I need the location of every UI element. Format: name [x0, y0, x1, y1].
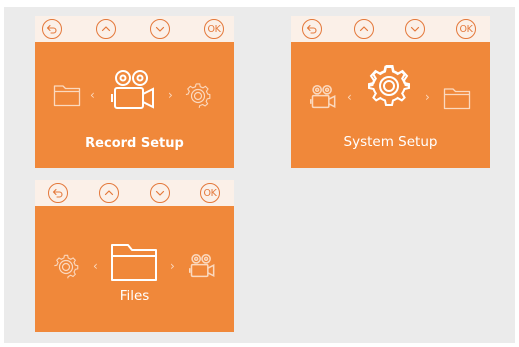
prev-chevron: ‹ [90, 88, 95, 102]
menu-label: Files [119, 288, 150, 304]
folder-icon[interactable] [110, 242, 158, 282]
camera-icon[interactable] [109, 68, 157, 116]
down-icon [410, 26, 420, 32]
gear-icon[interactable] [368, 64, 410, 106]
prev-chevron: ‹ [93, 259, 98, 273]
up-button[interactable] [96, 19, 116, 39]
back-icon [46, 24, 57, 34]
system-setup-screen: OK ‹ › System Setup [291, 16, 490, 168]
button-bar: OK [35, 16, 234, 42]
next-chevron: › [170, 259, 175, 273]
back-button[interactable] [42, 19, 62, 39]
down-icon [155, 26, 165, 32]
folder-icon[interactable] [53, 83, 81, 107]
next-chevron: › [425, 90, 430, 104]
down-icon [155, 190, 165, 196]
ok-button[interactable]: OK [204, 19, 224, 39]
gear-icon[interactable] [53, 254, 79, 280]
menu-label: System Setup [343, 134, 438, 150]
up-button[interactable] [99, 183, 119, 203]
menu-panel: ‹ › Record Setup [35, 42, 234, 168]
record-setup-screen: OK ‹ › Record Setup [35, 16, 234, 168]
up-icon [104, 190, 114, 196]
camera-icon[interactable] [308, 84, 338, 112]
button-bar: OK [291, 16, 490, 42]
button-bar: OK [35, 180, 234, 206]
back-icon [52, 188, 63, 198]
ok-button[interactable]: OK [456, 19, 476, 39]
back-button[interactable] [48, 183, 68, 203]
up-button[interactable] [354, 19, 374, 39]
folder-icon[interactable] [443, 86, 471, 110]
menu-panel: ‹ › Files [35, 206, 234, 332]
gear-icon[interactable] [185, 83, 211, 109]
next-chevron: › [168, 88, 173, 102]
ok-button[interactable]: OK [200, 183, 220, 203]
down-button[interactable] [150, 19, 170, 39]
back-icon [306, 24, 317, 34]
menu-panel: ‹ › System Setup [291, 42, 490, 168]
prev-chevron: ‹ [347, 90, 352, 104]
up-icon [359, 26, 369, 32]
files-screen: OK ‹ › Files [35, 180, 234, 332]
down-button[interactable] [150, 183, 170, 203]
camera-icon[interactable] [187, 253, 217, 281]
back-button[interactable] [302, 19, 322, 39]
menu-label: Record Setup [85, 136, 184, 151]
up-icon [101, 26, 111, 32]
down-button[interactable] [405, 19, 425, 39]
